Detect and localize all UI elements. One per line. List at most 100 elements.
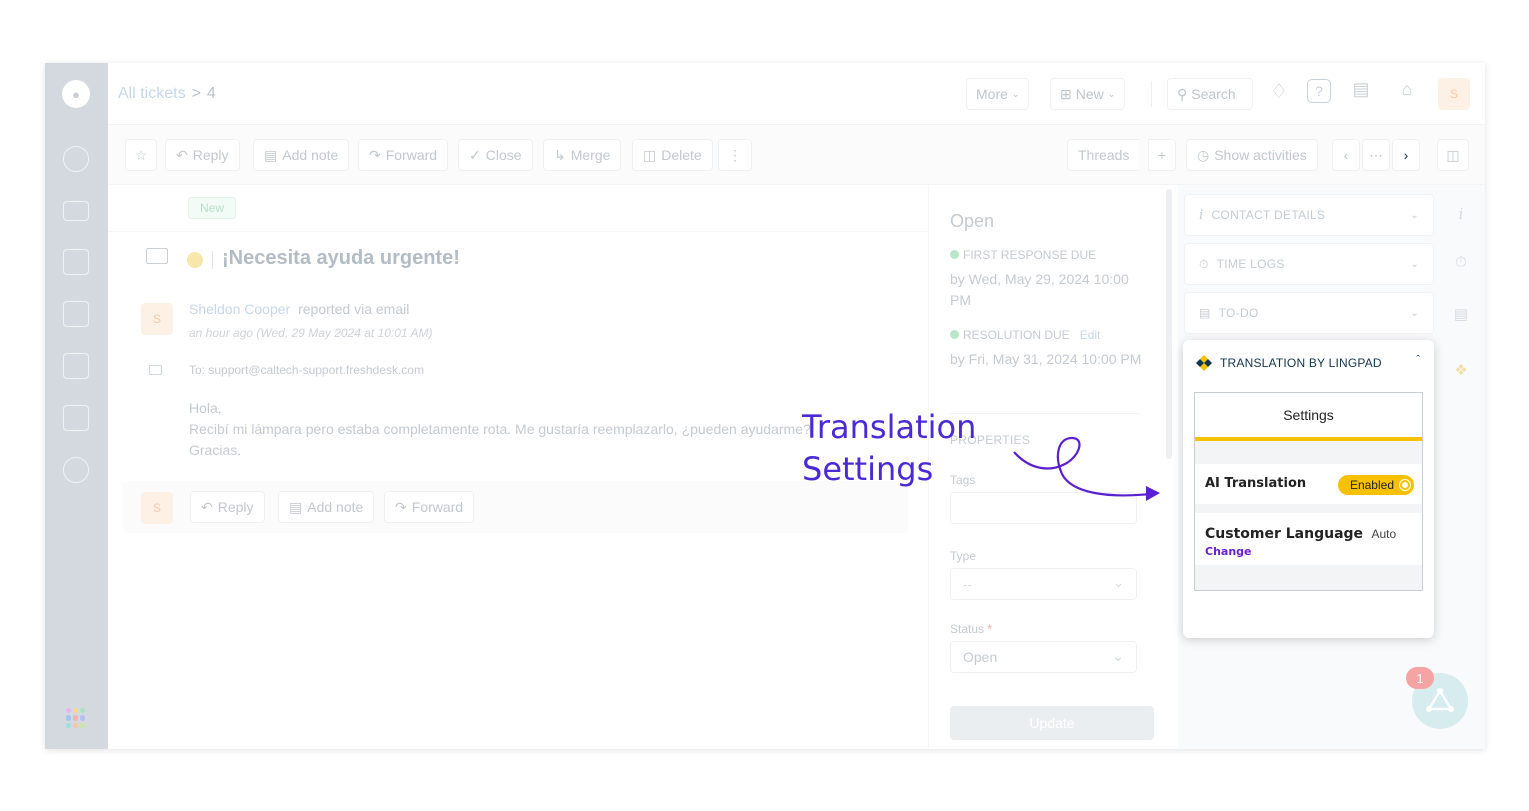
customer-language-label: Customer Language: [1205, 526, 1364, 542]
annotation-line: Settings: [802, 450, 934, 488]
next-ticket-button[interactable]: ›: [1392, 139, 1420, 171]
first-response-label: FIRST RESPONSE DUE: [963, 248, 1097, 262]
lingpad-side-icon[interactable]: ❖: [1451, 361, 1471, 379]
delete-button[interactable]: ◫ Delete: [632, 139, 713, 171]
close-button[interactable]: ✓ Close: [458, 139, 533, 171]
more-vertical-icon: ⋮: [728, 146, 742, 163]
ellipsis-icon: ⋯: [1369, 146, 1383, 163]
customer-language-value: Auto: [1371, 527, 1397, 541]
forward-button[interactable]: ↷ Forward: [358, 139, 449, 171]
calendar-icon[interactable]: ▤: [1349, 79, 1373, 105]
message-time: an hour ago (Wed, 29 May 2024 at 10:01 A…: [189, 326, 433, 340]
properties-divider: [950, 413, 1140, 414]
info-icon: i: [1199, 207, 1204, 223]
reports-icon[interactable]: [63, 405, 89, 431]
requester-name[interactable]: Sheldon Cooper: [189, 301, 290, 317]
ticket-subject: ¡Necesita ayuda urgente!: [222, 247, 460, 269]
reply-button[interactable]: ↶ Reply: [165, 139, 240, 171]
chevron-down-icon: ⌄: [1107, 88, 1116, 99]
more-label: More: [976, 86, 1008, 102]
user-avatar[interactable]: S: [1438, 78, 1470, 110]
breadcrumb: All tickets >4: [118, 85, 216, 103]
chevron-up-icon[interactable]: ˆ: [1416, 354, 1420, 366]
reply-inline-label: Reply: [217, 499, 254, 515]
status-dot-icon: [950, 250, 959, 259]
contact-details-card[interactable]: i CONTACT DETAILS ⌄: [1184, 194, 1434, 236]
marketplace-store-icon[interactable]: ⌂: [1395, 79, 1419, 105]
resolution-edit-link[interactable]: Edit: [1080, 328, 1101, 342]
type-select[interactable]: -- ⌄: [950, 568, 1137, 600]
ticket-status-badge: New: [188, 197, 237, 219]
forward-label: Forward: [385, 147, 438, 163]
annotation-arrow-icon: [1013, 436, 1160, 501]
chevron-left-icon: ‹: [1343, 147, 1349, 163]
reply-inline-button[interactable]: ↶ Reply: [190, 491, 265, 523]
more-actions-button[interactable]: ⋮: [718, 139, 752, 171]
update-button[interactable]: Update: [950, 706, 1154, 740]
toggle-sidebar-button[interactable]: ◫: [1437, 139, 1469, 171]
show-activities-button[interactable]: ◷ Show activities: [1186, 139, 1318, 171]
star-button[interactable]: ☆: [125, 139, 157, 171]
email-envelope-icon: [146, 248, 168, 264]
reply-label: Reply: [192, 147, 229, 163]
notifications-bell-icon[interactable]: ♢: [1267, 79, 1291, 105]
calendar-side-icon[interactable]: ▤: [1451, 305, 1471, 323]
status-select[interactable]: Open ⌄: [950, 641, 1137, 673]
ai-translation-toggle[interactable]: Enabled: [1337, 475, 1414, 495]
settings-tab[interactable]: Settings: [1195, 393, 1422, 441]
search-box[interactable]: ⚲ Search: [1167, 78, 1253, 110]
chevron-down-icon: ⌄: [1113, 575, 1124, 590]
properties-scrollbar[interactable]: [1166, 189, 1172, 459]
more-dropdown-button[interactable]: More ⌄: [966, 78, 1030, 110]
forward-inline-button[interactable]: ↷ Forward: [384, 491, 475, 523]
star-icon: ☆: [134, 146, 148, 163]
settings-gear-icon[interactable]: [63, 457, 89, 483]
type-label: Type: [950, 549, 977, 563]
ticket-list-button[interactable]: ⋯: [1362, 139, 1390, 171]
todo-card[interactable]: ▤ TO-DO ⌄: [1184, 292, 1434, 334]
chevron-down-icon: ⌄: [1011, 88, 1020, 99]
search-placeholder: Search: [1191, 86, 1236, 102]
note-icon: ▤: [289, 498, 303, 515]
todo-calendar-icon: ▤: [1199, 306, 1211, 320]
ai-translation-label: AI Translation: [1205, 476, 1307, 491]
ticket-toolbar: ☆ ↶ Reply ▤ Add note ↷ Forward ✓ Close ↳ Merg…: [108, 125, 1485, 185]
change-language-link[interactable]: Change: [1205, 545, 1412, 558]
stopwatch-icon: ⏱: [1199, 256, 1209, 271]
add-note-inline-button[interactable]: ▤ Add note: [278, 491, 375, 523]
help-icon[interactable]: ?: [1307, 79, 1331, 103]
translation-app-frame: Settings AI Translation Enabled Customer…: [1194, 392, 1423, 591]
mail-small-icon: [149, 365, 162, 375]
new-dropdown-button[interactable]: ⊞ New ⌄: [1050, 78, 1126, 110]
plus-square-icon: ⊞: [1060, 85, 1072, 102]
forums-icon[interactable]: [63, 353, 89, 379]
apps-grid-icon[interactable]: [66, 708, 86, 728]
resolution-value: by Fri, May 31, 2024 10:00 PM: [950, 351, 1142, 367]
tickets-icon[interactable]: [63, 201, 89, 221]
freshdesk-logo-icon[interactable]: ●: [62, 80, 90, 108]
merge-button[interactable]: ↳ Merge: [543, 139, 622, 171]
add-note-button[interactable]: ▤ Add note: [253, 139, 350, 171]
annotation-callout: Translation Settings: [802, 406, 976, 490]
translation-panel-header[interactable]: TRANSLATION BY LINGPAD: [1195, 354, 1382, 372]
dashboard-icon[interactable]: [63, 146, 89, 172]
forward-icon: ↷: [395, 498, 407, 515]
time-logs-label: TIME LOGS: [1216, 257, 1285, 271]
previous-ticket-button[interactable]: ‹: [1332, 139, 1360, 171]
reply-bar: S ↶ Reply ▤ Add note ↷ Forward: [123, 481, 908, 533]
breadcrumb-ticket-number: 4: [206, 85, 216, 102]
breadcrumb-all-tickets[interactable]: All tickets: [118, 85, 186, 102]
contacts-icon[interactable]: [63, 249, 89, 275]
chevron-down-icon: ⌄: [1410, 258, 1419, 270]
add-thread-button[interactable]: +: [1148, 139, 1176, 171]
forward-inline-label: Forward: [411, 499, 464, 515]
threads-button[interactable]: Threads: [1067, 139, 1140, 171]
time-logs-card[interactable]: ⏱ TIME LOGS ⌄: [1184, 243, 1434, 285]
knowledge-base-icon[interactable]: [63, 301, 89, 327]
reply-icon: ↶: [201, 498, 213, 515]
status-label-row: Status *: [950, 622, 992, 636]
reported-via: reported via email: [298, 301, 410, 317]
info-side-icon[interactable]: i: [1451, 205, 1471, 223]
timer-side-icon[interactable]: ⏱: [1451, 254, 1471, 271]
lingpad-logo-icon: [1196, 355, 1212, 371]
